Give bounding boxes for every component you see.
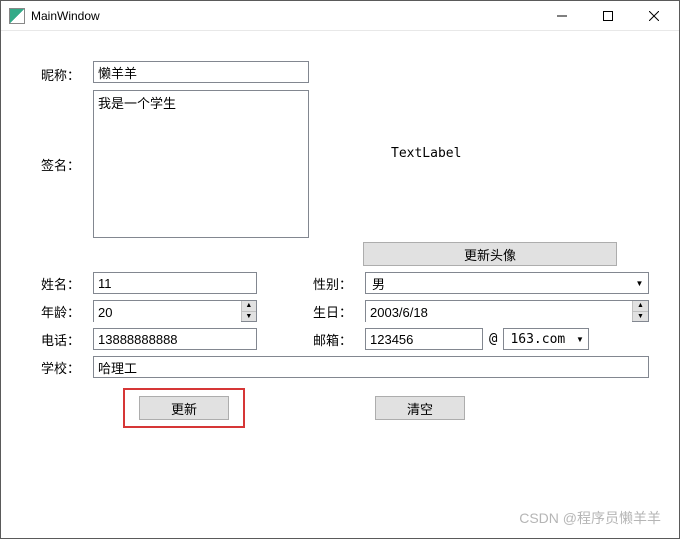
signature-label: 签名：	[41, 155, 93, 174]
age-label: 年龄：	[41, 302, 93, 321]
birthday-label: 生日：	[313, 302, 365, 321]
school-label: 学校：	[41, 358, 93, 377]
email-label: 邮箱：	[313, 330, 365, 349]
age-spinbox[interactable]: ▲ ▼	[93, 300, 257, 322]
clear-button[interactable]: 清空	[375, 396, 465, 420]
nickname-input[interactable]	[93, 61, 309, 83]
close-icon	[649, 11, 659, 21]
minimize-icon	[557, 11, 567, 21]
content-area: 昵称： 签名： 我是一个学生 TextLabel 更新头像 姓名： 性别： 男 …	[1, 31, 679, 538]
minimize-button[interactable]	[539, 1, 585, 31]
signature-textarea[interactable]: 我是一个学生	[93, 90, 309, 238]
close-button[interactable]	[631, 1, 677, 31]
chevron-down-icon: ▼	[571, 329, 588, 349]
name-input[interactable]	[93, 272, 257, 294]
email-domain-combobox[interactable]: 163.com ▼	[503, 328, 589, 350]
nickname-label: 昵称：	[41, 61, 93, 84]
birthday-dateedit[interactable]: ▲ ▼	[365, 300, 649, 322]
main-window: MainWindow 昵称： 签名： 我是一个学生 TextLabel 更新头像…	[0, 0, 680, 539]
update-highlight: 更新	[123, 388, 245, 428]
avatar-textlabel: TextLabel	[391, 146, 461, 161]
age-up-button[interactable]: ▲	[242, 301, 256, 312]
update-avatar-button[interactable]: 更新头像	[363, 242, 617, 266]
maximize-button[interactable]	[585, 1, 631, 31]
chevron-down-icon: ▼	[631, 273, 648, 293]
birthday-up-button[interactable]: ▲	[633, 301, 648, 312]
birthday-input[interactable]	[366, 301, 632, 323]
email-domain-value: 163.com	[504, 329, 571, 349]
maximize-icon	[603, 11, 613, 21]
phone-label: 电话：	[41, 330, 93, 349]
window-title: MainWindow	[31, 9, 100, 23]
gender-combobox[interactable]: 男 ▼	[365, 272, 649, 294]
email-user-input[interactable]	[365, 328, 483, 350]
app-icon	[9, 8, 25, 24]
school-input[interactable]	[93, 356, 649, 378]
titlebar: MainWindow	[1, 1, 679, 31]
name-label: 姓名：	[41, 274, 93, 293]
email-at-label: @	[483, 331, 503, 347]
phone-input[interactable]	[93, 328, 257, 350]
watermark: CSDN @程序员懒羊羊	[519, 508, 661, 528]
birthday-down-button[interactable]: ▼	[633, 312, 648, 322]
age-input[interactable]	[94, 301, 241, 323]
update-button[interactable]: 更新	[139, 396, 229, 420]
age-down-button[interactable]: ▼	[242, 312, 256, 322]
gender-label: 性别：	[313, 274, 365, 293]
gender-value: 男	[366, 273, 631, 293]
